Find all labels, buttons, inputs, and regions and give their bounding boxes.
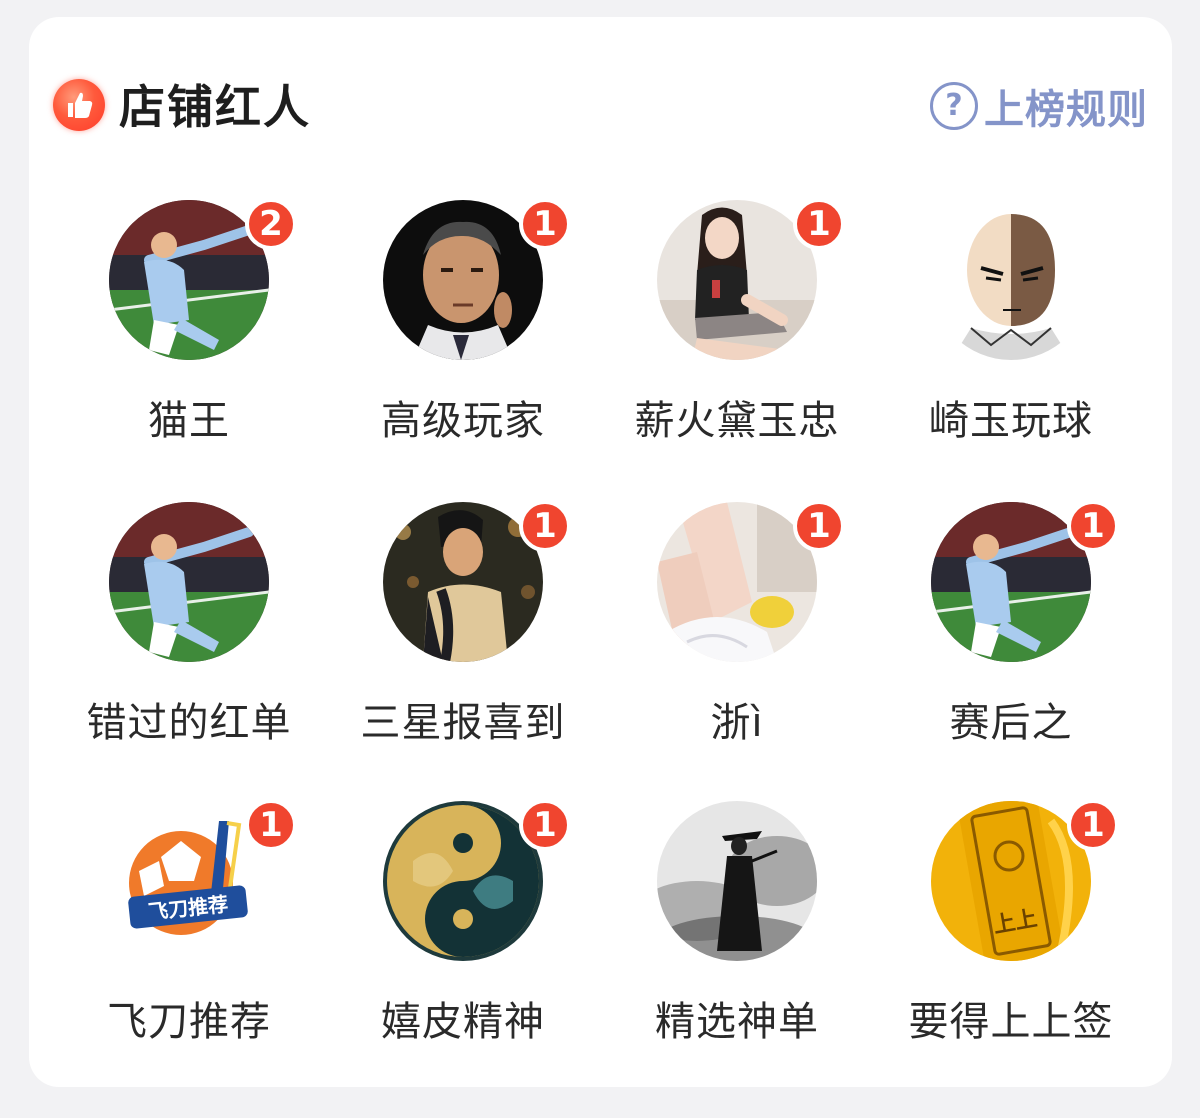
count-badge: 1 <box>245 799 297 851</box>
influencer-name: 高级玩家 <box>381 398 545 444</box>
influencer-item[interactable]: 1 嬉皮精神 <box>303 799 578 1091</box>
influencer-item[interactable]: 2 猫王 <box>29 198 304 490</box>
influencer-name: 飞刀推荐 <box>107 999 271 1045</box>
influencer-card: 店铺红人 ? 上榜规则 2 猫王 1 高级玩家 1 薪火黛玉忠 崎玉玩球 错过的… <box>29 17 1172 1087</box>
influencer-name: 三星报喜到 <box>360 700 566 746</box>
influencer-item[interactable]: 1 浙ì <box>577 500 852 792</box>
influencer-item[interactable]: 1 赛后之 <box>851 500 1126 792</box>
influencer-name: 猫王 <box>148 398 230 444</box>
influencer-item[interactable]: 错过的红单 <box>29 502 304 792</box>
count-badge: 2 <box>245 198 297 250</box>
influencer-item[interactable]: 崎玉玩球 <box>851 200 1126 490</box>
count-badge: 1 <box>519 799 571 851</box>
influencer-name: 精选神单 <box>655 999 819 1045</box>
count-badge: 1 <box>1067 500 1119 552</box>
count-badge: 1 <box>519 500 571 552</box>
count-badge: 1 <box>1067 799 1119 851</box>
influencer-name: 崎玉玩球 <box>929 398 1093 444</box>
avatar <box>657 801 817 961</box>
influencer-item[interactable]: 上上 1 要得上上签 <box>851 799 1126 1091</box>
count-badge: 1 <box>793 198 845 250</box>
influencer-name: 浙ì <box>710 700 764 746</box>
count-badge: 1 <box>519 198 571 250</box>
influencer-item[interactable]: 1 高级玩家 <box>303 198 578 490</box>
influencer-name: 赛后之 <box>949 700 1073 746</box>
influencer-name: 薪火黛玉忠 <box>634 398 840 444</box>
influencer-name: 错过的红单 <box>86 700 292 746</box>
influencer-item[interactable]: 1 三星报喜到 <box>303 500 578 792</box>
avatar <box>931 200 1091 360</box>
influencer-item[interactable]: 飞刀推荐 1 飞刀推荐 <box>29 799 304 1091</box>
influencer-name: 要得上上签 <box>908 999 1114 1045</box>
influencer-item[interactable]: 精选神单 <box>577 801 852 1091</box>
influencer-item[interactable]: 1 薪火黛玉忠 <box>577 198 852 490</box>
influencer-grid: 2 猫王 1 高级玩家 1 薪火黛玉忠 崎玉玩球 错过的红单 1 三星报喜到 1… <box>29 17 1172 1087</box>
avatar <box>109 502 269 662</box>
influencer-name: 嬉皮精神 <box>381 999 545 1045</box>
count-badge: 1 <box>793 500 845 552</box>
